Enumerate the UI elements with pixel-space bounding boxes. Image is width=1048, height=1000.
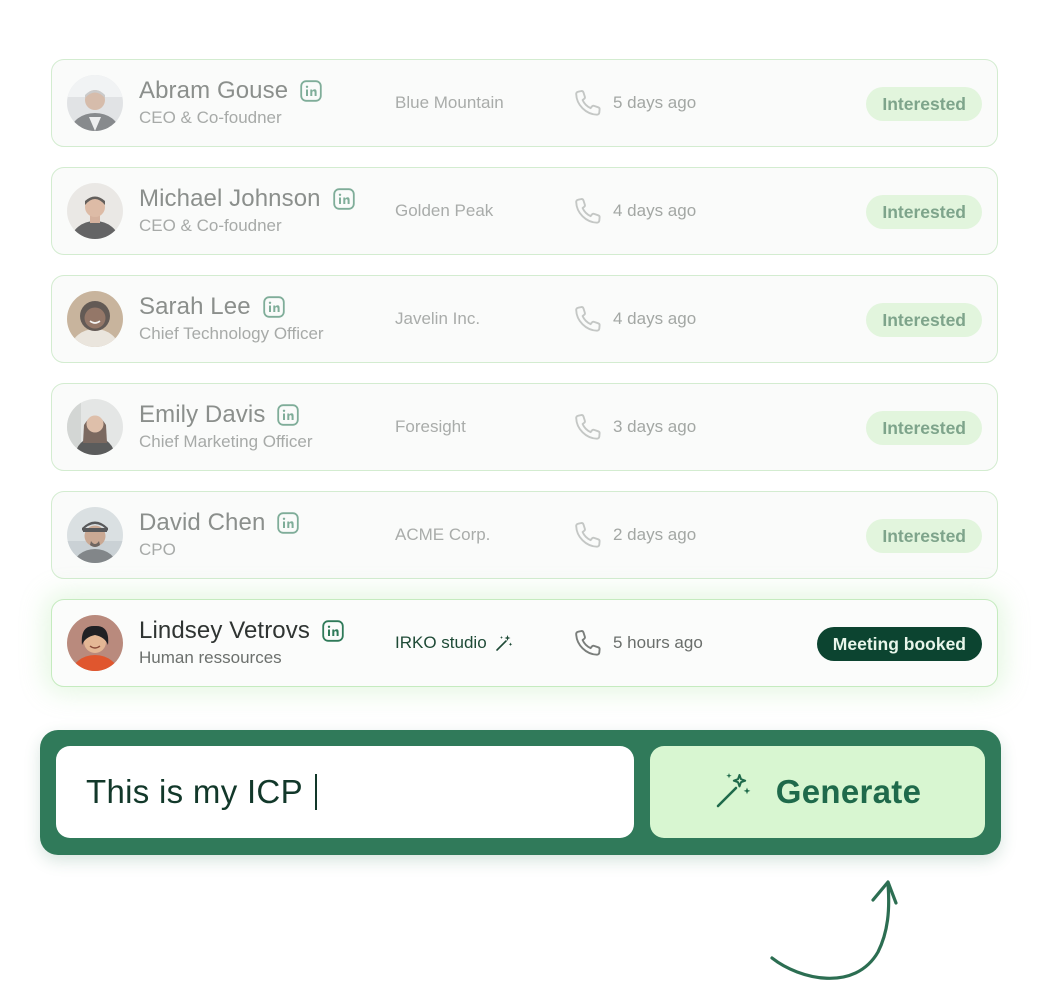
last-contact: 4 days ago	[613, 309, 697, 328]
lead-name: Sarah Lee	[139, 293, 251, 320]
lead-company: ACME Corp.	[395, 525, 490, 545]
linkedin-icon[interactable]	[332, 188, 355, 210]
generate-button[interactable]: Generate	[650, 746, 985, 838]
linkedin-icon[interactable]	[277, 404, 300, 426]
lead-name: Emily Davis	[139, 401, 266, 428]
linkedin-icon[interactable]	[277, 512, 300, 534]
lead-title: CEO & Co-foudner	[139, 216, 282, 235]
lead-name: Abram Gouse	[139, 77, 289, 104]
lead-title: CEO & Co-foudner	[139, 108, 282, 127]
last-contact: 3 days ago	[613, 417, 697, 436]
lead-card[interactable]: Abram Gouse CEO & Co-foudner Blue Mounta…	[51, 59, 998, 147]
avatar	[67, 291, 123, 347]
lead-card[interactable]: David Chen CPO ACME Corp. 2 days ago Int…	[51, 491, 998, 579]
icp-generator-bar: This is my ICP Generate	[40, 730, 1001, 855]
last-contact: 2 days ago	[613, 525, 697, 544]
curved-arrow-icon	[760, 870, 920, 995]
company-name: Blue Mountain	[395, 93, 504, 112]
status-badge[interactable]: Interested	[866, 519, 982, 553]
magic-wand-icon	[714, 770, 754, 815]
lead-title: Chief Marketing Officer	[139, 432, 313, 451]
icp-input[interactable]: This is my ICP	[56, 746, 634, 838]
status-badge[interactable]: Interested	[866, 411, 982, 445]
icp-input-value[interactable]: This is my ICP	[86, 773, 303, 811]
avatar	[67, 615, 123, 671]
status-badge[interactable]: Meeting booked	[816, 627, 982, 661]
phone-icon[interactable]	[573, 628, 603, 658]
phone-icon[interactable]	[573, 520, 603, 550]
avatar	[67, 183, 123, 239]
lead-title: CPO	[139, 540, 176, 559]
lead-title: Human ressources	[139, 648, 282, 667]
lead-name: Michael Johnson	[139, 185, 321, 212]
phone-icon[interactable]	[573, 412, 603, 442]
company-name: IRKO studio	[395, 633, 487, 652]
magic-wand-icon	[494, 633, 514, 653]
lead-title: Chief Technology Officer	[139, 324, 324, 343]
lead-card[interactable]: Sarah Lee Chief Technology Officer Javel…	[51, 275, 998, 363]
phone-icon[interactable]	[573, 88, 603, 118]
lead-company: Foresight	[395, 417, 466, 437]
avatar	[67, 507, 123, 563]
text-caret	[314, 774, 317, 810]
company-name: Foresight	[395, 417, 466, 436]
status-badge[interactable]: Interested	[866, 303, 982, 337]
generate-button-label: Generate	[775, 773, 922, 810]
lead-company: Javelin Inc.	[395, 309, 480, 329]
linkedin-icon[interactable]	[300, 80, 322, 102]
lead-card-highlighted[interactable]: Lindsey Vetrovs Human ressources IRKO st…	[51, 599, 998, 687]
last-contact: 5 days ago	[613, 93, 697, 112]
lead-name: Lindsey Vetrovs	[139, 617, 310, 644]
last-contact: 5 hours ago	[613, 633, 703, 652]
linkedin-icon[interactable]	[262, 296, 285, 318]
lead-company: Blue Mountain	[395, 93, 504, 113]
status-badge[interactable]: Interested	[866, 87, 982, 121]
company-name: Javelin Inc.	[395, 309, 481, 328]
lead-company: Golden Peak	[395, 201, 493, 221]
company-name: Golden Peak	[395, 201, 494, 220]
status-badge[interactable]: Interested	[866, 195, 982, 229]
company-name: ACME Corp.	[395, 525, 491, 544]
lead-card[interactable]: Michael Johnson CEO & Co-foudner Golden …	[51, 167, 998, 255]
last-contact: 4 days ago	[613, 201, 697, 220]
lead-company: IRKO studio	[395, 633, 514, 653]
avatar	[67, 75, 123, 131]
lead-card[interactable]: Emily Davis Chief Marketing Officer Fore…	[51, 383, 998, 471]
avatar	[67, 399, 123, 455]
lead-name: David Chen	[139, 509, 266, 536]
phone-icon[interactable]	[573, 304, 603, 334]
phone-icon[interactable]	[573, 196, 603, 226]
linkedin-icon[interactable]	[322, 620, 344, 642]
